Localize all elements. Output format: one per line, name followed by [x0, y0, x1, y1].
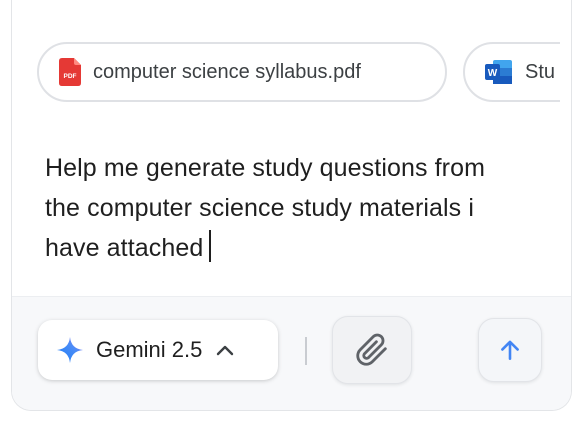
attachments-row: PDF computer science syllabus.pdf W Stu [37, 42, 560, 106]
attach-file-button[interactable] [332, 316, 412, 384]
svg-text:PDF: PDF [64, 73, 77, 80]
attachment-chip-word[interactable]: W Stu [463, 42, 560, 102]
chevron-up-icon [217, 345, 234, 356]
pdf-file-icon: PDF [59, 58, 81, 86]
composer-toolbar: Gemini 2.5 [12, 296, 571, 410]
svg-text:W: W [488, 68, 498, 79]
model-name: Gemini 2.5 [96, 337, 203, 362]
gemini-sparkle-icon [57, 337, 83, 363]
attachment-name: Stu [525, 60, 556, 83]
attachment-name: computer science syllabus.pdf [93, 60, 361, 83]
model-selector-button[interactable]: Gemini 2.5 [38, 320, 278, 380]
prompt-input[interactable]: Help me generate study questions from th… [45, 148, 515, 268]
send-button[interactable] [478, 318, 542, 382]
word-file-icon: W [485, 60, 512, 84]
toolbar-divider [305, 337, 307, 365]
paperclip-icon [356, 333, 387, 366]
arrow-up-icon [501, 340, 519, 360]
attachment-chip-pdf[interactable]: PDF computer science syllabus.pdf [37, 42, 447, 102]
prompt-text: Help me generate study questions from th… [45, 154, 486, 262]
text-caret [209, 230, 212, 262]
prompt-composer: PDF computer science syllabus.pdf W Stu … [11, 0, 572, 411]
